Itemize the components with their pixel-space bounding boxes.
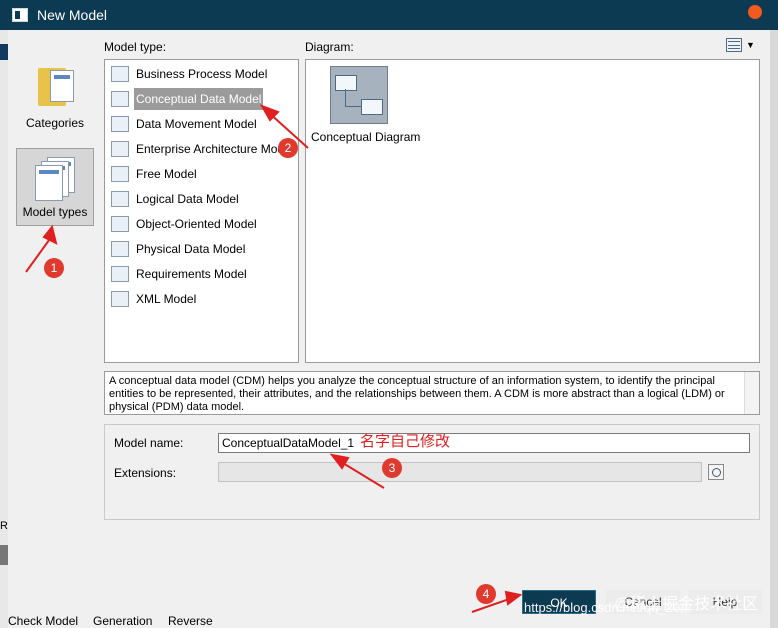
arrow-3-head [329, 453, 350, 470]
annotation-rename-note: 名字自己修改 [360, 432, 451, 450]
step-badge-3: 3 [382, 458, 402, 478]
step-badge-2: 2 [278, 138, 298, 158]
arrow-4-head [504, 590, 523, 606]
step-badge-4: 4 [476, 584, 496, 604]
step-badge-1: 1 [44, 258, 64, 278]
annotation-arrows [25, 104, 523, 613]
arrow-1-head [42, 224, 58, 245]
